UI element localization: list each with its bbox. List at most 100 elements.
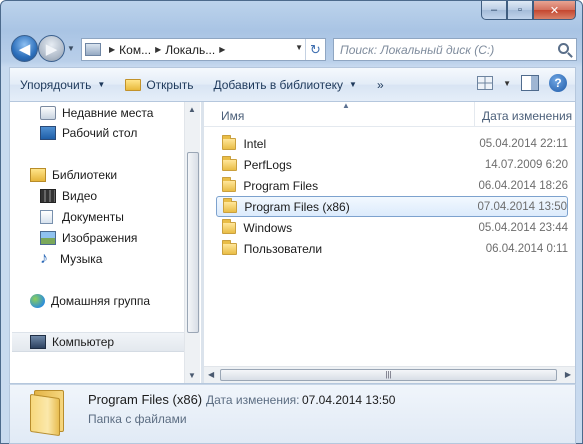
sidebar-item-label: Недавние места bbox=[62, 106, 154, 120]
file-row[interactable]: Windows 05.04.2014 23:44 bbox=[216, 217, 568, 238]
computer-location-icon bbox=[85, 43, 101, 56]
details-item-name: Program Files (x86) bbox=[88, 392, 203, 407]
sidebar-item-music[interactable]: Музыка bbox=[40, 249, 102, 269]
navigation-scrollbar[interactable]: ▲ ▼ bbox=[184, 102, 200, 383]
scroll-right-icon[interactable]: ▶ bbox=[565, 370, 571, 379]
folder-icon bbox=[222, 239, 237, 255]
scrollbar-thumb[interactable] bbox=[187, 152, 199, 333]
views-dropdown-icon[interactable]: ▼ bbox=[503, 79, 511, 88]
file-name: Program Files bbox=[243, 178, 319, 193]
address-history-dropdown-icon[interactable]: ▼ bbox=[295, 43, 303, 52]
video-icon bbox=[40, 189, 56, 203]
breadcrumb-computer[interactable]: Ком... bbox=[119, 43, 151, 57]
search-icon[interactable] bbox=[558, 43, 569, 54]
documents-icon bbox=[40, 210, 53, 224]
more-commands-button[interactable]: » bbox=[367, 68, 394, 101]
organize-label: Упорядочить bbox=[20, 77, 92, 92]
breadcrumb-arrow-icon[interactable]: ▶ bbox=[219, 45, 225, 54]
add-to-library-label: Добавить в библиотеку bbox=[213, 77, 344, 92]
navigation-pane: Недавние места Рабочий стол Библиотеки В… bbox=[10, 102, 200, 383]
chevron-down-icon: ▼ bbox=[97, 80, 106, 89]
details-modified-value: 07.04.2014 13:50 bbox=[302, 393, 396, 407]
address-bar[interactable]: ▶ Ком... ▶ Локаль... ▶ ▼ ↻ bbox=[81, 38, 326, 61]
file-list-pane: ▲ Имя Дата изменения Intel 05.04.2014 22… bbox=[204, 101, 575, 383]
folder-icon bbox=[222, 218, 237, 234]
column-divider[interactable] bbox=[474, 102, 475, 127]
file-name: Program Files (x86) bbox=[244, 199, 350, 214]
music-icon bbox=[40, 252, 54, 267]
content-area: Недавние места Рабочий стол Библиотеки В… bbox=[9, 101, 576, 384]
large-folder-icon bbox=[30, 388, 68, 437]
open-button[interactable]: Открыть bbox=[115, 68, 203, 101]
sidebar-item-label: Музыка bbox=[60, 252, 103, 266]
sidebar-item-label: Компьютер bbox=[52, 335, 115, 349]
recent-places-icon bbox=[40, 106, 56, 120]
sidebar-item-label: Видео bbox=[62, 189, 98, 203]
details-item-type: Папка с файлами bbox=[88, 412, 187, 426]
libraries-icon bbox=[30, 168, 46, 182]
scroll-up-icon[interactable]: ▲ bbox=[188, 105, 196, 114]
close-icon[interactable]: ✕ bbox=[533, 1, 576, 20]
recent-pages-dropdown-icon[interactable]: ▼ bbox=[67, 44, 75, 53]
breadcrumb-arrow-icon[interactable]: ▶ bbox=[109, 45, 115, 54]
file-date: 06.04.2014 0:11 bbox=[485, 242, 568, 255]
sidebar-item-label: Домашняя группа bbox=[51, 294, 151, 308]
sidebar-item-video[interactable]: Видео bbox=[40, 186, 97, 206]
scroll-down-icon[interactable]: ▼ bbox=[188, 371, 196, 380]
help-icon[interactable]: ? bbox=[549, 74, 567, 92]
add-to-library-button[interactable]: Добавить в библиотеку ▼ bbox=[203, 68, 366, 101]
sidebar-item-libraries[interactable]: Библиотеки bbox=[30, 165, 117, 185]
file-row[interactable]: Пользователи 06.04.2014 0:11 bbox=[216, 238, 568, 259]
maximize-icon[interactable]: ▫ bbox=[507, 1, 533, 20]
refresh-icon[interactable]: ↻ bbox=[305, 39, 325, 60]
sidebar-item-documents[interactable]: Документы bbox=[40, 207, 124, 227]
back-button[interactable]: ◀ bbox=[11, 35, 38, 62]
computer-icon bbox=[30, 335, 46, 349]
sidebar-item-homegroup[interactable]: Домашняя группа bbox=[30, 291, 150, 311]
file-row[interactable]: PerfLogs 14.07.2009 6:20 bbox=[216, 154, 568, 175]
caption-buttons: ‒ ▫ ✕ bbox=[481, 1, 576, 20]
sidebar-item-computer[interactable]: Компьютер bbox=[12, 332, 186, 352]
toolbar-right-group: ▼ ? bbox=[477, 74, 567, 92]
file-name: Intel bbox=[243, 136, 267, 151]
search-input[interactable]: Поиск: Локальный диск (C:) bbox=[333, 38, 577, 61]
folder-icon bbox=[222, 176, 237, 192]
file-name: Пользователи bbox=[243, 241, 323, 256]
details-pane: Program Files (x86) Папка с файлами Дата… bbox=[9, 384, 576, 444]
file-list-horizontal-scrollbar[interactable]: ◀ ||| ▶ bbox=[204, 366, 575, 383]
column-name-header[interactable]: Имя bbox=[221, 109, 244, 123]
folder-icon bbox=[222, 134, 237, 150]
sort-ascending-icon: ▲ bbox=[342, 101, 350, 110]
file-name: PerfLogs bbox=[243, 157, 292, 172]
forward-arrow-icon: ▶ bbox=[45, 40, 58, 58]
search-placeholder: Поиск: Локальный диск (C:) bbox=[340, 42, 495, 57]
file-row[interactable]: Intel 05.04.2014 22:11 bbox=[216, 133, 568, 154]
sidebar-item-desktop[interactable]: Рабочий стол bbox=[40, 123, 137, 143]
open-label: Открыть bbox=[146, 77, 194, 92]
file-name: Windows bbox=[243, 220, 293, 235]
column-header: ▲ Имя Дата изменения bbox=[204, 101, 575, 127]
file-date: 06.04.2014 18:26 bbox=[478, 179, 568, 192]
sidebar-item-recent-places[interactable]: Недавние места bbox=[40, 103, 153, 123]
sidebar-item-pictures[interactable]: Изображения bbox=[40, 228, 137, 248]
sidebar-item-label: Рабочий стол bbox=[62, 126, 138, 140]
forward-button[interactable]: ▶ bbox=[38, 35, 65, 62]
minimize-icon[interactable]: ‒ bbox=[481, 1, 507, 20]
change-view-icon[interactable] bbox=[477, 76, 494, 90]
breadcrumb-local-disk[interactable]: Локаль... bbox=[165, 43, 215, 57]
file-row-selected[interactable]: Program Files (x86) 07.04.2014 13:50 bbox=[216, 196, 568, 217]
organize-button[interactable]: Упорядочить ▼ bbox=[10, 68, 115, 101]
file-row[interactable]: Program Files 06.04.2014 18:26 bbox=[216, 175, 568, 196]
breadcrumb-arrow-icon[interactable]: ▶ bbox=[155, 45, 161, 54]
sidebar-item-label: Изображения bbox=[62, 231, 138, 245]
homegroup-icon bbox=[30, 294, 45, 308]
scroll-left-icon[interactable]: ◀ bbox=[208, 370, 214, 379]
folder-icon bbox=[223, 197, 238, 213]
scrollbar-thumb[interactable]: ||| bbox=[220, 369, 557, 381]
pictures-icon bbox=[40, 231, 56, 245]
column-date-header[interactable]: Дата изменения bbox=[482, 109, 572, 123]
preview-pane-icon[interactable] bbox=[521, 75, 539, 91]
file-date: 05.04.2014 22:11 bbox=[479, 137, 568, 150]
file-date: 14.07.2009 6:20 bbox=[484, 158, 568, 171]
open-folder-icon bbox=[125, 78, 142, 91]
